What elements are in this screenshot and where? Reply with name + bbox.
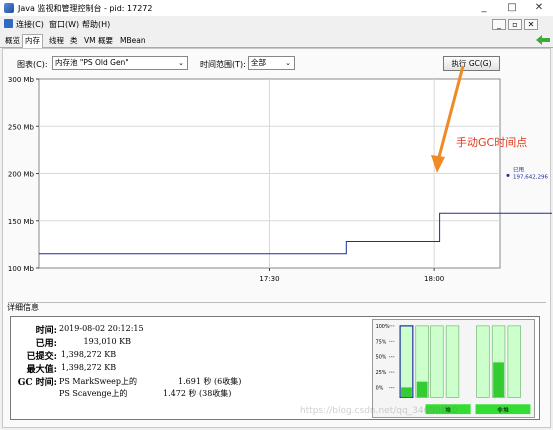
inner-close-button[interactable]: ✕ xyxy=(524,19,538,30)
range-select-value: 全部 xyxy=(251,58,266,67)
watermark: https://blog.csdn.net/qq_34690810 xyxy=(300,406,459,416)
gc-marksweep-time: 1.691 秒 (6收集) xyxy=(178,377,242,386)
gc-marksweep-name: PS MarkSweep上的 xyxy=(59,377,137,386)
plugin-icon xyxy=(536,35,550,45)
tab-threads[interactable]: 线程 xyxy=(47,35,66,48)
details-section-title: 详细信息 xyxy=(7,303,39,312)
y-tick-label: 150 Mb xyxy=(8,218,35,226)
title-bar: Java 监视和管理控制台 - pid: 17272 _ □ ✕ xyxy=(0,0,553,16)
range-label: 时间范围(T): xyxy=(200,60,246,69)
chevron-down-icon: ⌄ xyxy=(285,59,291,67)
chevron-down-icon: ⌄ xyxy=(178,59,184,67)
time-value: 2019-08-02 20:12:15 xyxy=(59,324,144,333)
non-heap-group-label: 非堆 xyxy=(497,406,509,414)
pool-bar-fill xyxy=(401,387,412,398)
tab-overview[interactable]: 概览 xyxy=(3,35,22,48)
pool-axis-labels: 100% 75% 50% 25% 0% xyxy=(376,324,396,392)
y-tick-label: 200 Mb xyxy=(8,171,35,179)
java-app-icon xyxy=(4,3,14,13)
max-value: 1,398,272 KB xyxy=(61,363,117,372)
pool-bar-fill xyxy=(493,362,504,398)
range-select[interactable]: 全部 ⌄ xyxy=(248,56,295,70)
time-label: 时间: xyxy=(35,326,57,336)
details-panel: 时间: 2019-08-02 20:12:15 已用: 193,010 KB 已… xyxy=(10,316,540,420)
y-axis-ticks: 100 Mb 150 Mb 200 Mb 250 Mb 300 Mb xyxy=(8,76,39,273)
gc-scavenge-name: PS Scavenge上的 xyxy=(59,389,128,398)
menu-help[interactable]: 帮助(H) xyxy=(82,19,110,30)
pool-bar xyxy=(476,325,490,398)
used-label: 已用: xyxy=(35,339,57,349)
chart-select-value: 内存池 "PS Old Gen" xyxy=(55,58,129,67)
chart-label: 图表(C): xyxy=(17,60,48,69)
close-button[interactable]: ✕ xyxy=(525,0,553,16)
gc-time-label: GC 时间: xyxy=(17,378,57,388)
minimize-button[interactable]: _ xyxy=(470,0,498,16)
menu-window[interactable]: 窗口(W) xyxy=(49,19,79,30)
pool-bar xyxy=(507,325,521,398)
window-title: Java 监视和管理控制台 - pid: 17272 xyxy=(18,4,153,13)
pool-axis-label: 25% xyxy=(376,370,387,376)
gc-annotation-label: 手动GC时间点 xyxy=(456,136,528,149)
committed-label: 已提交: xyxy=(26,352,57,362)
gc-scavenge-time: 1.472 秒 (38收集) xyxy=(163,389,232,398)
x-tick-label: 17:30 xyxy=(259,275,279,283)
connection-icon xyxy=(4,19,13,28)
annotation-arrow xyxy=(431,65,465,173)
tab-mbean[interactable]: MBean xyxy=(118,35,148,48)
tab-bar: 概览 内存 线程 类 VM 概要 MBean xyxy=(0,33,553,49)
maximize-button[interactable]: □ xyxy=(498,0,526,16)
x-tick-label: 18:00 xyxy=(424,275,444,283)
used-value: 193,010 KB xyxy=(83,337,131,346)
tab-vm-summary[interactable]: VM 概要 xyxy=(82,35,115,48)
pool-bar xyxy=(445,325,460,398)
inner-restore-button[interactable]: ▫ xyxy=(508,19,522,30)
divider xyxy=(8,302,546,303)
tab-classes[interactable]: 类 xyxy=(68,35,80,48)
pool-bar-group xyxy=(399,325,521,398)
pool-axis-label: 50% xyxy=(376,355,387,361)
y-tick-label: 250 Mb xyxy=(8,123,35,131)
chart-select[interactable]: 内存池 "PS Old Gen" ⌄ xyxy=(52,56,188,70)
tab-memory[interactable]: 内存 xyxy=(22,34,43,49)
pool-axis-label: 100% xyxy=(376,324,390,330)
pool-bar xyxy=(399,325,414,398)
menu-bar: 连接(C) 窗口(W) 帮助(H) _ ▫ ✕ xyxy=(0,16,553,32)
y-tick-label: 100 Mb xyxy=(8,265,35,273)
pool-axis-label: 0% xyxy=(376,386,384,392)
inner-minimize-button[interactable]: _ xyxy=(492,19,506,30)
x-axis-ticks: 17:3018:0018:3019:0019:3020:00 xyxy=(259,268,444,283)
menu-connect[interactable]: 连接(C) xyxy=(16,19,44,30)
memory-pool-bars[interactable]: 100%75%50%25%0% 堆 非堆 xyxy=(372,319,535,418)
pool-bar xyxy=(430,325,444,398)
pool-axis-label: 75% xyxy=(376,339,387,345)
committed-value: 1,398,272 KB xyxy=(61,350,117,359)
pool-bar-fill xyxy=(416,381,428,398)
y-tick-label: 300 Mb xyxy=(8,76,35,84)
max-label: 最大值: xyxy=(26,365,57,375)
